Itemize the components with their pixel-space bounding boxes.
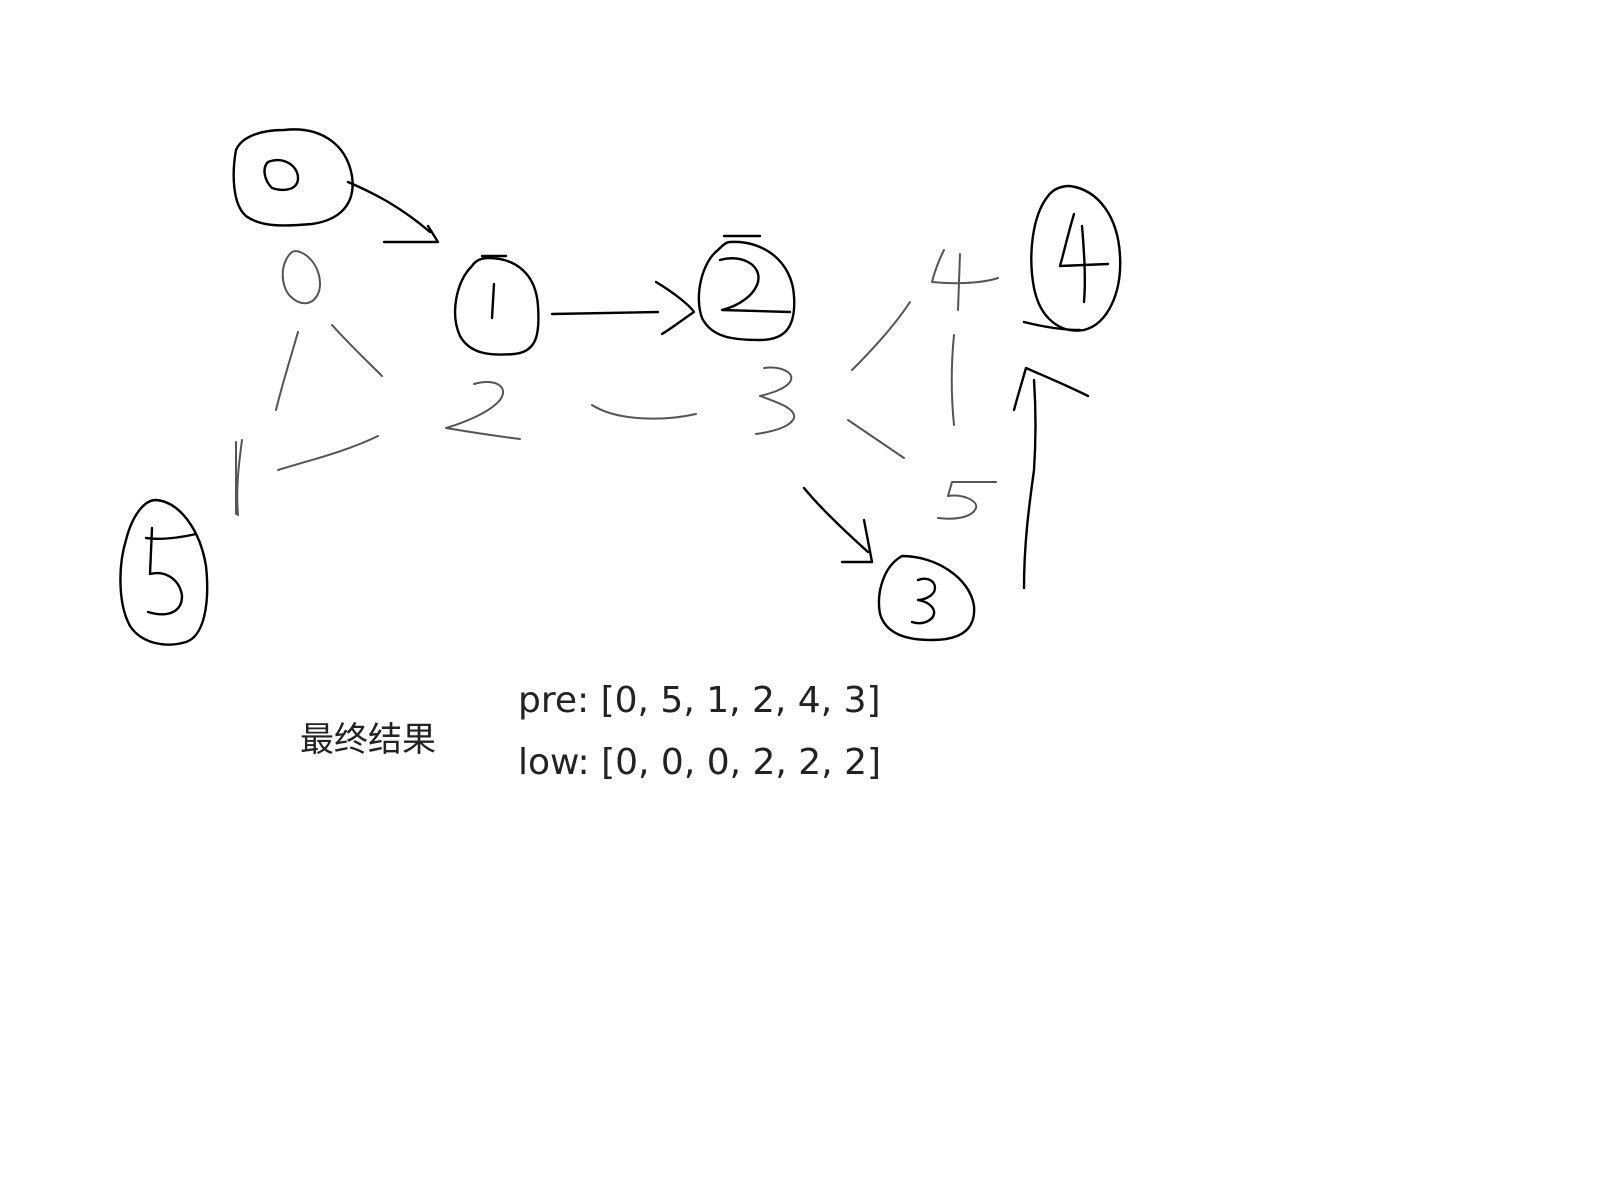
edge-3-4 [1022,378,1037,590]
gray-stroke [331,324,383,377]
gray-stroke [591,404,697,420]
graph-edges [346,180,1090,590]
order-label-4 [931,249,999,285]
arrowhead-3-4 [1012,366,1090,412]
order-label-4-text: 4 [960,279,961,281]
node-3 [877,554,976,642]
node-2-label: 2 [745,289,746,291]
node-4-label: 4 [1075,254,1076,256]
gray-stroke [851,301,911,371]
gray-stroke [847,419,905,459]
edge-2-3 [802,486,870,554]
order-label-0 [281,250,321,305]
gray-stroke [275,331,299,411]
pre-array: pre: [0, 5, 1, 2, 4, 3] [518,680,881,721]
order-label-2-text: 2 [480,409,481,411]
node-labels: 0 1 2 3 4 5 [160,179,1076,601]
graph-canvas: 0 1 2 3 4 5 0 1 2 3 4 5 [119,128,1122,646]
order-label-4b [957,253,961,311]
gray-stroke [950,334,955,426]
order-label-5-text: 5 [960,504,961,506]
order-label-3-text: 3 [776,399,777,401]
arrowhead-1-2 [654,280,696,336]
order-label-2 [445,381,521,440]
gray-stroke [236,439,243,516]
graph-nodes [119,128,1122,646]
region-strokes [236,301,955,516]
gray-stroke [277,435,379,471]
node-5 [119,498,209,646]
order-label-5 [937,481,997,520]
order-labels [235,249,999,520]
node-1 [453,254,540,356]
low-array: low: [0, 0, 0, 2, 2, 2] [518,742,882,783]
order-label-0-text: 0 [300,279,301,281]
edge-0-1 [346,180,432,234]
node-2 [697,234,796,342]
result-title: 最终结果 [300,720,436,760]
edge-1-2 [550,310,660,316]
node-4 [1022,184,1122,332]
arrowhead-0-1 [382,224,440,244]
node-0-label: 0 [290,179,291,181]
node-0 [232,128,354,227]
node-1-label: 1 [495,304,496,306]
